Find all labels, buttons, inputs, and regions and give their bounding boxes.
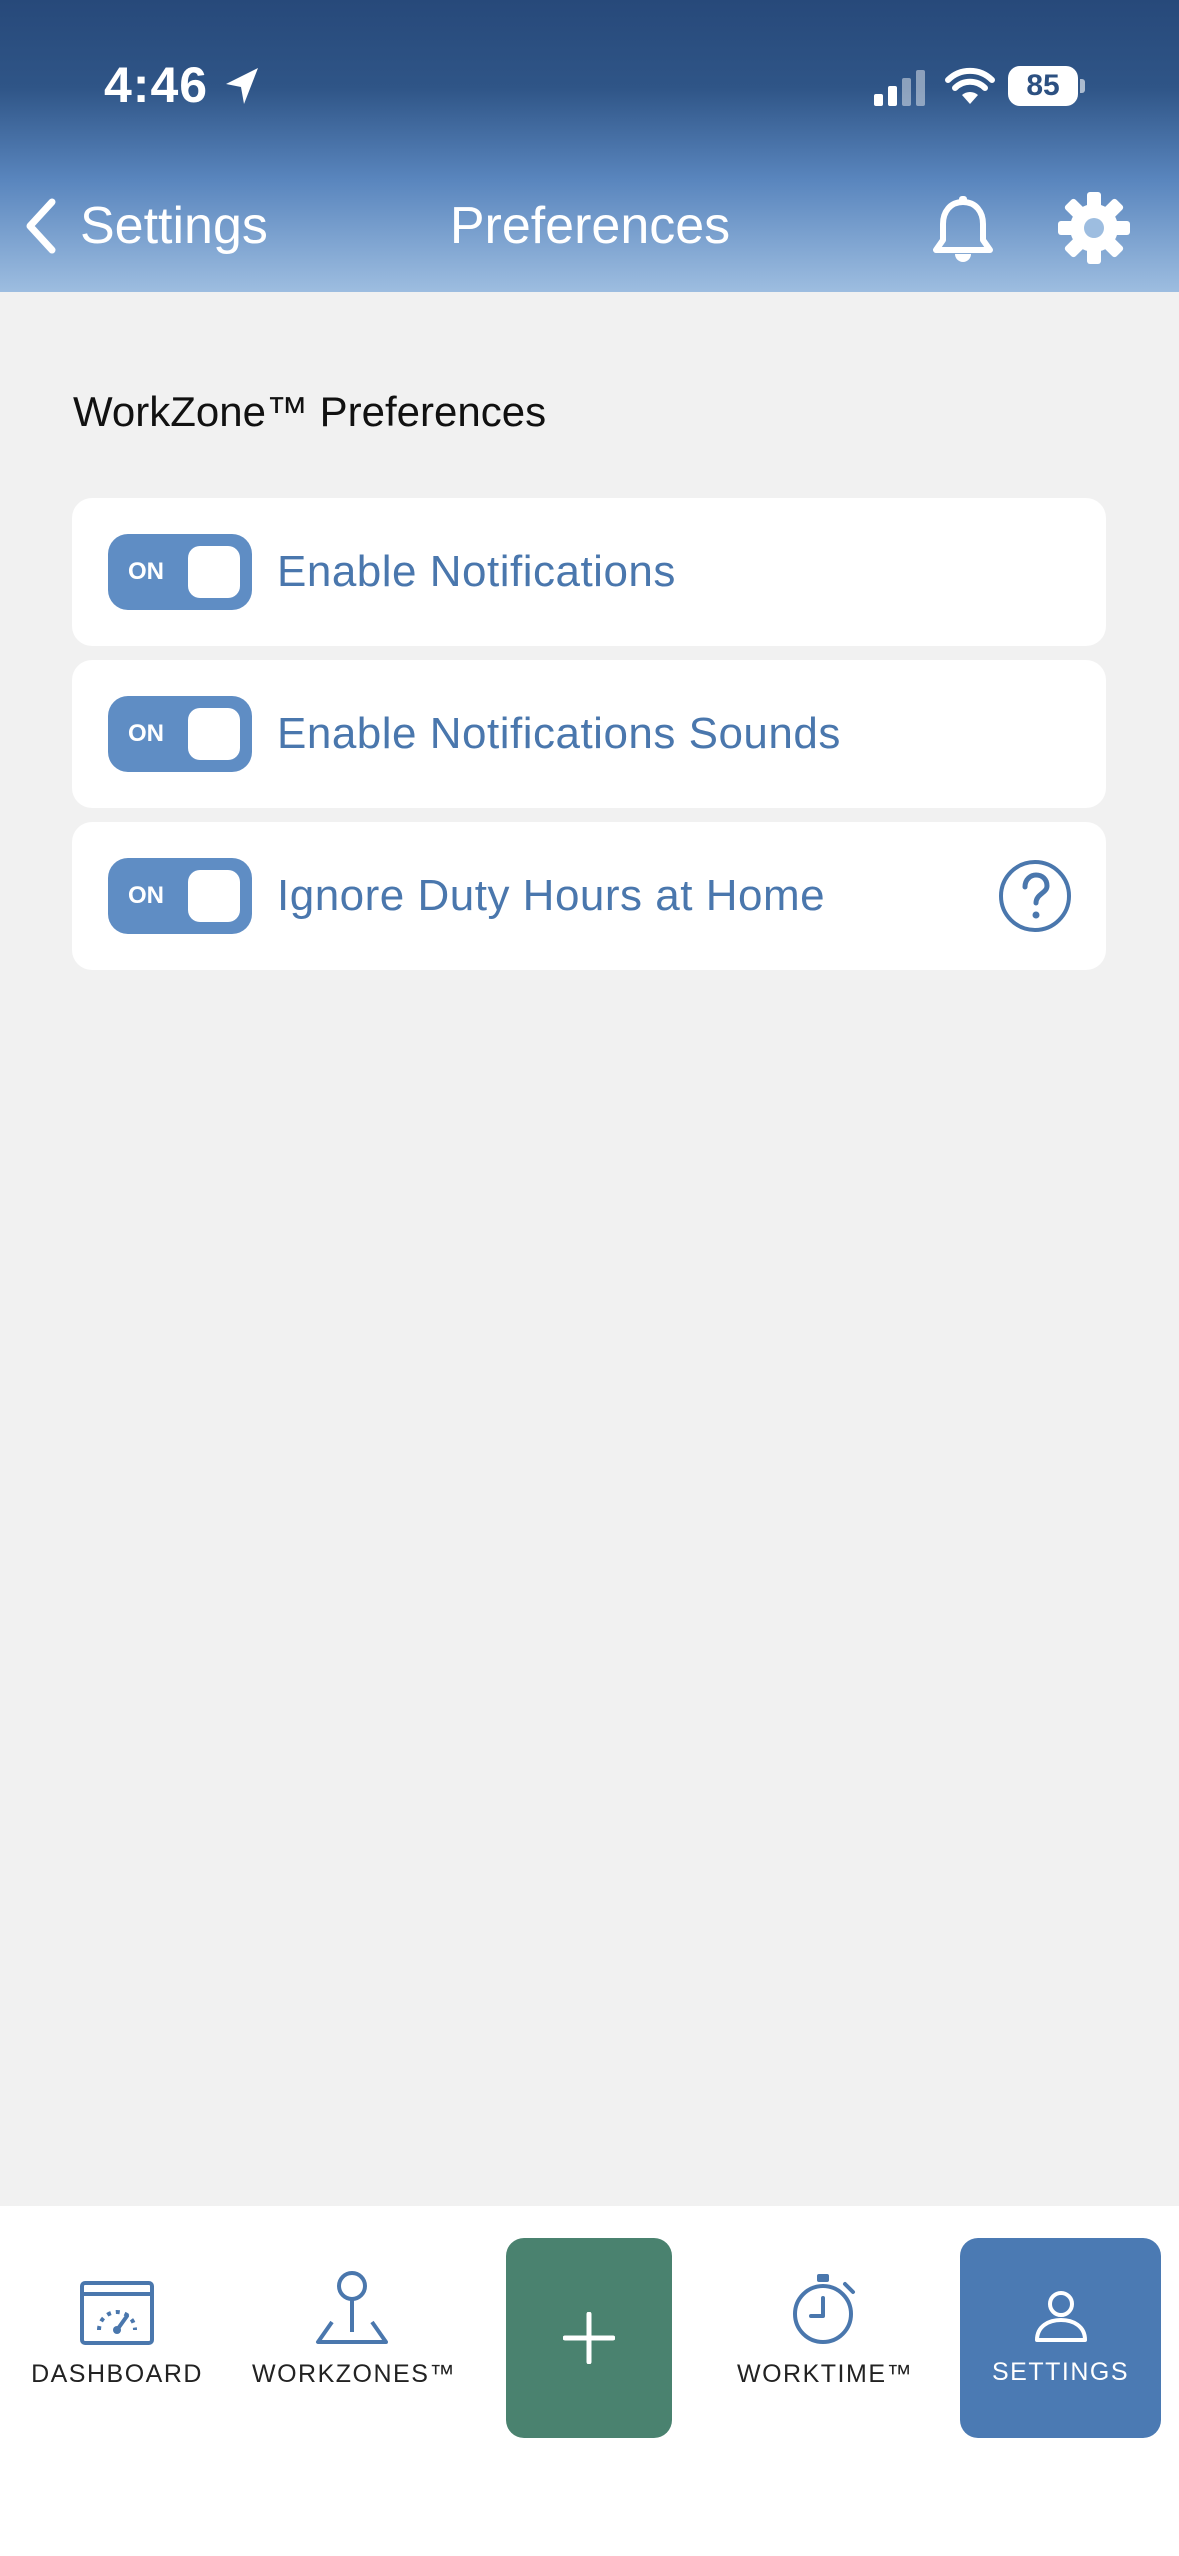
bell-icon[interactable] xyxy=(930,196,996,266)
tab-dashboard[interactable]: DASHBOARD xyxy=(20,2238,214,2438)
ignore-duty-hours-toggle[interactable]: ON xyxy=(108,858,252,934)
battery-tip xyxy=(1080,79,1085,93)
tab-label: DASHBOARD xyxy=(31,2360,203,2388)
location-arrow-icon xyxy=(226,68,258,104)
plus-icon xyxy=(563,2312,615,2364)
preference-row-enable-notifications: ON Enable Notifications xyxy=(72,498,1106,646)
page-title: Preferences xyxy=(449,197,731,255)
tab-label: SETTINGS xyxy=(991,2358,1129,2386)
tab-workzones[interactable]: WORKZONES™ xyxy=(252,2238,456,2438)
add-button[interactable] xyxy=(506,2238,672,2438)
preference-row-notification-sounds: ON Enable Notifications Sounds xyxy=(72,660,1106,808)
user-icon xyxy=(1034,2291,1087,2342)
tab-worktime[interactable]: WORKTIME™ xyxy=(722,2238,928,2438)
toggle-knob xyxy=(188,708,240,760)
back-label: Settings xyxy=(80,197,268,255)
tab-label: WORKZONES™ xyxy=(252,2360,456,2388)
section-title: WorkZone™ Preferences xyxy=(73,388,547,435)
toggle-knob xyxy=(188,546,240,598)
preference-label: Enable Notifications Sounds xyxy=(277,709,841,758)
dashboard-icon xyxy=(80,2281,154,2345)
toggle-knob xyxy=(188,870,240,922)
question-circle-icon[interactable] xyxy=(998,859,1072,933)
toggle-state-label: ON xyxy=(128,882,164,909)
stopwatch-icon xyxy=(793,2274,855,2344)
preference-label: Enable Notifications xyxy=(277,547,676,596)
battery-icon: 85 xyxy=(1008,66,1085,106)
tab-label: WORKTIME™ xyxy=(737,2360,913,2388)
tab-settings[interactable]: SETTINGS xyxy=(960,2238,1161,2438)
enable-notifications-toggle[interactable]: ON xyxy=(108,534,252,610)
bottom-tab-bar: DASHBOARD WORKZONES™ WORKTIME™ SETTINGS xyxy=(0,2206,1179,2556)
notification-sounds-toggle[interactable]: ON xyxy=(108,696,252,772)
chevron-left-icon xyxy=(26,198,56,254)
toggle-state-label: ON xyxy=(128,558,164,585)
status-time: 4:46 xyxy=(104,57,209,113)
preference-row-ignore-duty-hours: ON Ignore Duty Hours at Home xyxy=(72,822,1106,970)
battery-level: 85 xyxy=(1008,66,1078,106)
map-pin-icon xyxy=(316,2271,388,2344)
toggle-state-label: ON xyxy=(128,720,164,747)
preference-label: Ignore Duty Hours at Home xyxy=(277,871,826,920)
header-bar: 4:46 85 Settings Preferences xyxy=(0,0,1179,292)
back-button[interactable]: Settings xyxy=(20,188,268,264)
signal-icon xyxy=(874,70,925,106)
wifi-icon xyxy=(945,67,995,104)
gear-icon[interactable] xyxy=(1056,190,1132,266)
